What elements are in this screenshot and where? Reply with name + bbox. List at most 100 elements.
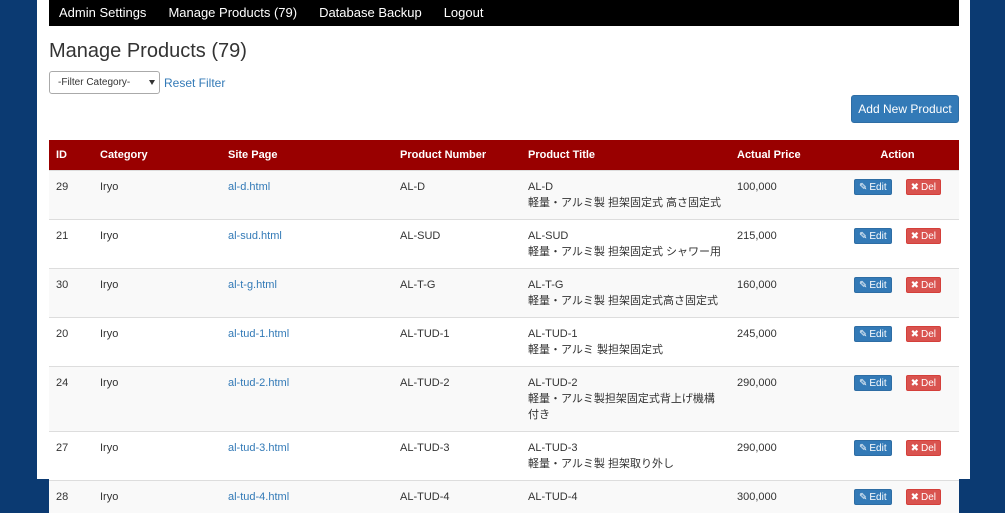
cell-product-title: AL-TUD-1 軽量・アルミ 製担架固定式 bbox=[521, 316, 730, 366]
edit-label: Edit bbox=[869, 442, 887, 454]
title-line-2: 軽量・アルミ製 担架取り外し bbox=[528, 457, 674, 470]
header-actual-price: Actual Price bbox=[737, 148, 801, 161]
cell-price: 215,000 bbox=[730, 218, 836, 268]
cell-price: 245,000 bbox=[730, 316, 836, 366]
cell-category: Iryo bbox=[93, 169, 221, 219]
site-page-link[interactable]: al-tud-1.html bbox=[228, 328, 289, 340]
cell-category: Iryo bbox=[93, 430, 221, 480]
cell-price: 300,000 bbox=[730, 479, 836, 513]
edit-label: Edit bbox=[869, 181, 887, 193]
title-line-1: AL-T-G bbox=[528, 278, 564, 291]
delete-button[interactable]: ✖ Del bbox=[905, 227, 942, 244]
delete-button[interactable]: ✖ Del bbox=[905, 276, 942, 293]
header-product-title: Product Title bbox=[528, 148, 596, 161]
title-line-2: 軽量・アルミ 製担架固定式 bbox=[528, 343, 663, 356]
cell-category: Iryo bbox=[93, 218, 221, 268]
site-page-link[interactable]: al-t-g.html bbox=[228, 279, 277, 291]
del-label: Del bbox=[921, 377, 937, 389]
site-page-link[interactable]: al-sud.html bbox=[228, 230, 282, 242]
cell-id: 21 bbox=[49, 218, 93, 268]
close-icon: ✖ bbox=[910, 491, 919, 503]
cell-product-number: AL-D bbox=[393, 169, 521, 219]
edit-icon: ✎ bbox=[858, 181, 868, 193]
cell-actions: ✎ Edit ✖ Del bbox=[836, 267, 959, 317]
edit-icon: ✎ bbox=[858, 230, 868, 242]
edit-button[interactable]: ✎ Edit bbox=[853, 488, 892, 505]
products-table: ID Category Site Page Product Number Pro… bbox=[49, 140, 959, 513]
site-page-link[interactable]: al-tud-4.html bbox=[228, 491, 289, 503]
content-panel: Admin Settings Manage Products (79) Data… bbox=[37, 0, 970, 513]
cell-price: 290,000 bbox=[730, 430, 836, 480]
edit-label: Edit bbox=[869, 328, 887, 340]
table-row: 21 Iryo al-sud.html AL-SUD AL-SUD 軽量・アルミ製… bbox=[49, 218, 959, 268]
title-line-2: 軽量・アルミ製 担架固定式高さ固定式 bbox=[528, 294, 718, 307]
cell-id: 29 bbox=[49, 169, 93, 219]
edit-icon: ✎ bbox=[858, 491, 868, 503]
site-page-link[interactable]: al-tud-3.html bbox=[228, 442, 289, 454]
edit-icon: ✎ bbox=[858, 442, 868, 454]
cell-product-title: AL-D 軽量・アルミ製 担架固定式 高さ固定式 bbox=[521, 169, 730, 219]
cell-price: 100,000 bbox=[730, 169, 836, 219]
top-nav: Admin Settings Manage Products (79) Data… bbox=[49, 0, 959, 26]
edit-button[interactable]: ✎ Edit bbox=[853, 178, 892, 195]
cell-product-title: AL-SUD 軽量・アルミ製 担架固定式 シャワー用 bbox=[521, 218, 730, 268]
nav-manage-products[interactable]: Manage Products (79) bbox=[157, 0, 308, 26]
edit-icon: ✎ bbox=[858, 377, 868, 389]
header-id: ID bbox=[56, 148, 67, 161]
title-line-2: 軽量・アルミ製 担架固定式 シャワー用 bbox=[528, 245, 722, 258]
site-page-link[interactable]: al-tud-2.html bbox=[228, 377, 289, 389]
cell-actions: ✎ Edit ✖ Del bbox=[836, 430, 959, 480]
category-filter-select[interactable]: -Filter Category- bbox=[49, 71, 160, 94]
delete-button[interactable]: ✖ Del bbox=[905, 439, 942, 456]
title-line-1: AL-TUD-4 bbox=[528, 490, 578, 503]
header-action: Action bbox=[880, 148, 915, 161]
cell-actions: ✎ Edit ✖ Del bbox=[836, 169, 959, 219]
delete-button[interactable]: ✖ Del bbox=[905, 325, 942, 342]
nav-admin-settings[interactable]: Admin Settings bbox=[49, 0, 157, 26]
site-page-link[interactable]: al-d.html bbox=[228, 181, 270, 193]
cell-id: 28 bbox=[49, 479, 93, 513]
cell-actions: ✎ Edit ✖ Del bbox=[836, 218, 959, 268]
edit-button[interactable]: ✎ Edit bbox=[853, 325, 892, 342]
title-line-1: AL-TUD-3 bbox=[528, 441, 578, 454]
edit-label: Edit bbox=[869, 377, 887, 389]
title-line-1: AL-D bbox=[528, 180, 554, 193]
cell-price: 160,000 bbox=[730, 267, 836, 317]
edit-label: Edit bbox=[869, 230, 887, 242]
table-row: 24 Iryo al-tud-2.html AL-TUD-2 AL-TUD-2 軽… bbox=[49, 365, 959, 431]
cell-product-number: AL-TUD-4 bbox=[393, 479, 521, 513]
cell-product-title: AL-TUD-3 軽量・アルミ製 担架取り外し bbox=[521, 430, 730, 480]
edit-button[interactable]: ✎ Edit bbox=[853, 439, 892, 456]
cell-product-number: AL-T-G bbox=[393, 267, 521, 317]
header-site-page: Site Page bbox=[228, 148, 278, 161]
cell-actions: ✎ Edit ✖ Del bbox=[836, 479, 959, 513]
delete-button[interactable]: ✖ Del bbox=[905, 374, 942, 391]
delete-button[interactable]: ✖ Del bbox=[905, 488, 942, 505]
add-new-product-button[interactable]: Add New Product bbox=[851, 95, 959, 123]
cell-product-title: AL-T-G 軽量・アルミ製 担架固定式高さ固定式 bbox=[521, 267, 730, 317]
title-line-2: 軽量・アルミ製担架固定式背上げ機構付き bbox=[528, 392, 715, 421]
close-icon: ✖ bbox=[910, 442, 919, 454]
title-line-1: AL-TUD-1 bbox=[528, 327, 578, 340]
title-line-1: AL-SUD bbox=[528, 229, 569, 242]
edit-button[interactable]: ✎ Edit bbox=[853, 227, 892, 244]
edit-button[interactable]: ✎ Edit bbox=[853, 276, 892, 293]
title-line-1: AL-TUD-2 bbox=[528, 376, 578, 389]
table-row: 27 Iryo al-tud-3.html AL-TUD-3 AL-TUD-3 軽… bbox=[49, 430, 959, 480]
del-label: Del bbox=[921, 279, 937, 291]
del-label: Del bbox=[921, 491, 937, 503]
cell-category: Iryo bbox=[93, 365, 221, 431]
nav-logout[interactable]: Logout bbox=[433, 0, 495, 26]
close-icon: ✖ bbox=[910, 181, 919, 193]
table-row: 28 Iryo al-tud-4.html AL-TUD-4 AL-TUD-4 … bbox=[49, 479, 959, 513]
cell-id: 20 bbox=[49, 316, 93, 366]
del-label: Del bbox=[921, 442, 937, 454]
cell-product-number: AL-TUD-3 bbox=[393, 430, 521, 480]
header-product-number: Product Number bbox=[400, 148, 487, 161]
nav-database-backup[interactable]: Database Backup bbox=[308, 0, 433, 26]
edit-icon: ✎ bbox=[858, 279, 868, 291]
page-title: Manage Products (79) bbox=[49, 40, 247, 62]
delete-button[interactable]: ✖ Del bbox=[905, 178, 942, 195]
reset-filter-link[interactable]: Reset Filter bbox=[164, 76, 225, 90]
edit-button[interactable]: ✎ Edit bbox=[853, 374, 892, 391]
